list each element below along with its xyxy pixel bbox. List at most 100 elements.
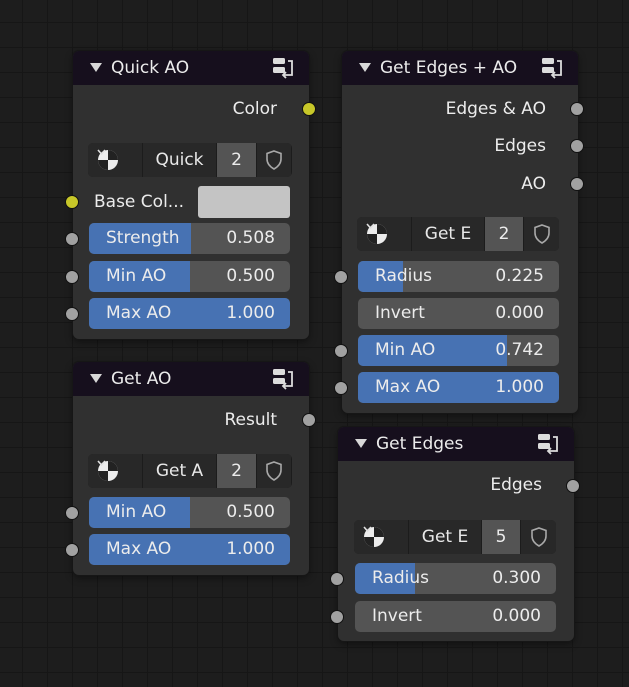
node-title: Get AO [111, 369, 172, 389]
slider-value: 0.300 [492, 568, 541, 588]
slider-radius[interactable]: Radius 0.300 [355, 563, 556, 594]
node-group-selector[interactable]: Get A 2 [88, 454, 292, 488]
slider-value: 1.000 [495, 377, 544, 397]
node-group-icon[interactable] [270, 56, 296, 80]
output-edges-ao-label: Edges & AO [445, 99, 546, 119]
node-quick-ao[interactable]: Quick AO Color Quick 2 Base Col... Stren… [65, 51, 316, 339]
input-socket-min-ao[interactable] [65, 270, 79, 284]
selector-user-count[interactable]: 2 [485, 217, 523, 251]
input-socket-radius[interactable] [330, 572, 344, 586]
slider-invert[interactable]: Invert 0.000 [355, 601, 556, 632]
collapse-arrow-icon[interactable] [355, 439, 367, 448]
collapse-arrow-icon[interactable] [359, 63, 371, 72]
selector-name[interactable]: Get E [409, 520, 481, 554]
input-socket-min-ao[interactable] [334, 344, 348, 358]
node-get-ao[interactable]: Get AO Result Get A 2 Min AO 0.500 Max A… [65, 362, 316, 575]
slider-label: Max AO [106, 539, 172, 559]
input-socket-strength[interactable] [65, 232, 79, 246]
output-color-label: Color [232, 99, 277, 119]
slider-label: Min AO [106, 502, 167, 522]
node-group-icon[interactable] [539, 56, 565, 80]
slider-min-ao[interactable]: Min AO 0.500 [89, 497, 290, 528]
material-sphere-icon[interactable] [357, 217, 411, 251]
input-socket-min-ao[interactable] [65, 506, 79, 520]
node-group-selector[interactable]: Get E 2 [357, 217, 559, 251]
node-header[interactable]: Get Edges + AO [342, 51, 578, 85]
selector-name[interactable]: Get A [143, 454, 216, 488]
input-socket-max-ao[interactable] [65, 307, 79, 321]
material-sphere-icon[interactable] [88, 454, 142, 488]
slider-label: Radius [375, 266, 433, 286]
slider-invert[interactable]: Invert 0.000 [358, 298, 559, 329]
slider-label: Invert [375, 303, 425, 323]
node-group-selector[interactable]: Get E 5 [354, 520, 556, 554]
output-edges-label: Edges [490, 475, 542, 495]
node-get-edges-ao[interactable]: Get Edges + AO Edges & AO Edges AO Get E… [334, 51, 584, 413]
slider-max-ao[interactable]: Max AO 1.000 [89, 534, 290, 565]
node-group-icon[interactable] [270, 367, 296, 391]
input-socket-radius[interactable] [334, 270, 348, 284]
slider-label: Radius [372, 568, 430, 588]
input-socket-base-color[interactable] [65, 195, 79, 209]
selector-name[interactable]: Get E [412, 217, 484, 251]
slider-value: 0.225 [495, 266, 544, 286]
chevron-down-icon [366, 223, 375, 229]
input-socket-invert[interactable] [330, 610, 344, 624]
node-group-selector[interactable]: Quick 2 [88, 143, 292, 177]
output-socket-color[interactable] [302, 102, 316, 116]
slider-value: 0.500 [226, 266, 275, 286]
node-header[interactable]: Get Edges [338, 427, 574, 461]
output-socket-result[interactable] [302, 413, 316, 427]
base-color-swatch[interactable] [198, 186, 290, 218]
selector-user-count[interactable]: 5 [482, 520, 520, 554]
node-title: Get Edges + AO [380, 58, 518, 78]
slider-value: 1.000 [226, 303, 275, 323]
node-header[interactable]: Get AO [73, 362, 309, 396]
collapse-arrow-icon[interactable] [90, 374, 102, 383]
selector-name[interactable]: Quick [143, 143, 216, 177]
collapse-arrow-icon[interactable] [90, 63, 102, 72]
slider-min-ao[interactable]: Min AO 0.742 [358, 335, 559, 366]
output-result-label: Result [224, 410, 277, 430]
slider-max-ao[interactable]: Max AO 1.000 [358, 372, 559, 403]
output-socket-edges[interactable] [566, 479, 580, 493]
output-socket-edges-ao[interactable] [570, 102, 584, 116]
slider-max-ao[interactable]: Max AO 1.000 [89, 298, 290, 329]
slider-min-ao[interactable]: Min AO 0.500 [89, 261, 290, 292]
chevron-down-icon [363, 526, 372, 532]
output-socket-ao[interactable] [570, 177, 584, 191]
slider-label: Invert [372, 606, 422, 626]
material-sphere-icon[interactable] [88, 143, 142, 177]
node-get-edges[interactable]: Get Edges Edges Get E 5 Radius 0.300 Inv… [330, 427, 580, 641]
slider-label: Max AO [106, 303, 172, 323]
slider-radius[interactable]: Radius 0.225 [358, 261, 559, 292]
input-socket-max-ao[interactable] [334, 381, 348, 395]
output-ao-label: AO [521, 174, 546, 194]
selector-user-count[interactable]: 2 [217, 143, 256, 177]
output-socket-edges[interactable] [570, 139, 584, 153]
fake-user-shield-icon[interactable] [524, 217, 559, 251]
output-edges-label: Edges [494, 136, 546, 156]
node-title: Get Edges [376, 434, 464, 454]
fake-user-shield-icon[interactable] [521, 520, 556, 554]
fake-user-shield-icon[interactable] [257, 143, 291, 177]
slider-value: 0.000 [495, 303, 544, 323]
slider-strength[interactable]: Strength 0.508 [89, 223, 290, 254]
node-title: Quick AO [111, 58, 190, 78]
slider-label: Strength [106, 228, 180, 248]
slider-value: 1.000 [226, 539, 275, 559]
fake-user-shield-icon[interactable] [257, 454, 291, 488]
material-sphere-icon[interactable] [354, 520, 408, 554]
chevron-down-icon [97, 460, 106, 466]
slider-label: Min AO [375, 340, 436, 360]
chevron-down-icon [97, 149, 106, 155]
slider-label: Max AO [375, 377, 441, 397]
selector-user-count[interactable]: 2 [217, 454, 256, 488]
slider-value: 0.508 [226, 228, 275, 248]
node-header[interactable]: Quick AO [73, 51, 309, 85]
input-socket-max-ao[interactable] [65, 543, 79, 557]
node-group-icon[interactable] [535, 432, 561, 456]
slider-label: Min AO [106, 266, 167, 286]
slider-value: 0.500 [226, 502, 275, 522]
base-color-label: Base Col... [94, 192, 185, 212]
